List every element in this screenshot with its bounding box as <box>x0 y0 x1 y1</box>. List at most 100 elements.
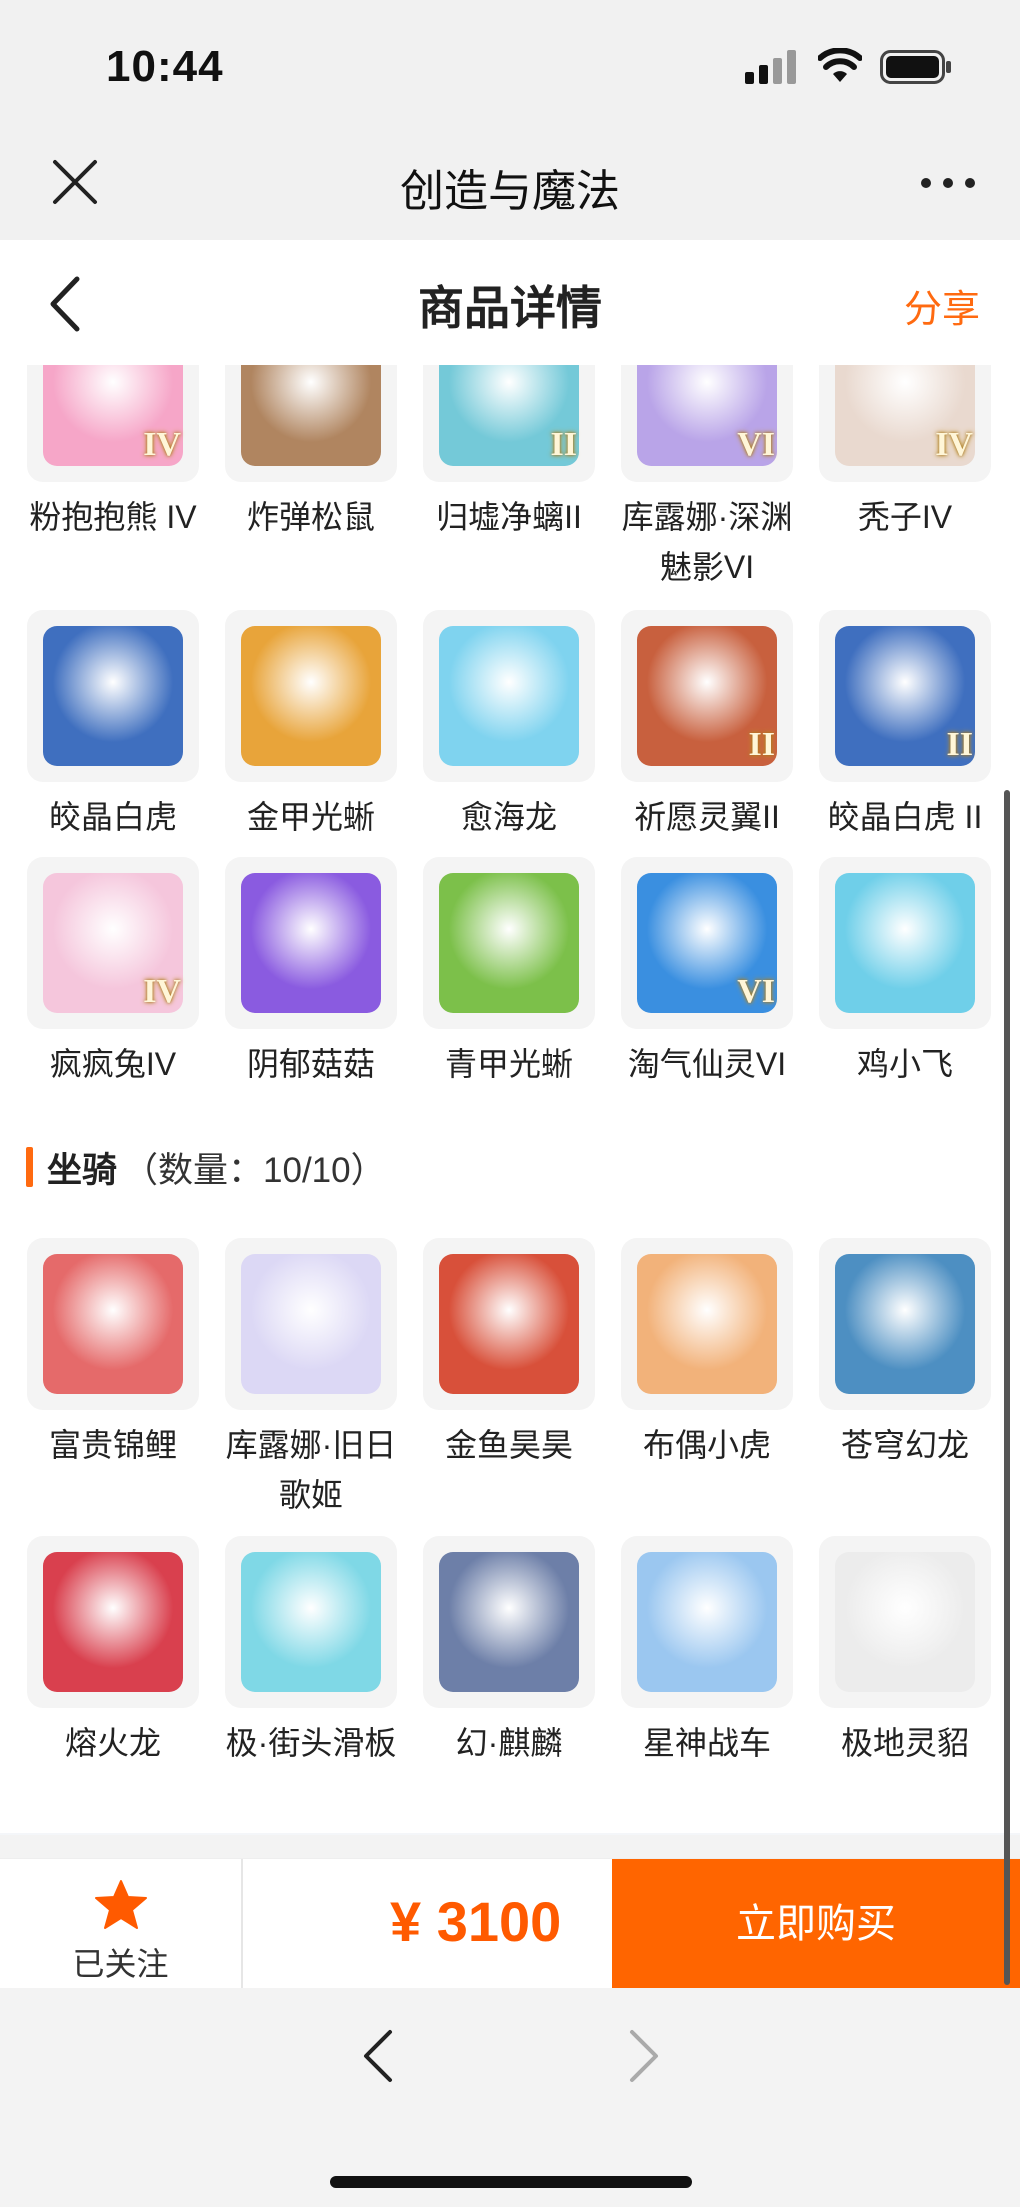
item-card[interactable]: 富贵锦鲤 <box>14 1238 212 1536</box>
item-thumbnail <box>225 365 397 482</box>
star-icon <box>95 1880 147 1929</box>
item-card[interactable]: IV 粉抱抱熊 IV <box>14 365 212 610</box>
item-name: 金甲光蜥 <box>246 799 375 835</box>
rank-badge: II <box>550 426 577 463</box>
item-card[interactable]: 星神战车 <box>608 1536 806 1816</box>
item-name: 极·街头滑板 <box>225 1725 397 1761</box>
scrollbar[interactable] <box>1004 790 1010 1985</box>
signal-icon <box>745 50 796 84</box>
mounts-section-title: 坐骑 <box>47 1150 118 1190</box>
item-thumbnail: VI <box>621 857 793 1029</box>
item-name: 青甲光蜥 <box>444 1046 573 1082</box>
item-card[interactable]: VI 库露娜·深渊魅影VI <box>608 365 806 610</box>
app-title: 创造与魔法 <box>400 167 620 216</box>
share-link[interactable]: 分享 <box>904 278 980 333</box>
item-name: 祈愿灵翼II <box>634 799 780 835</box>
app-header: 创造与魔法 <box>0 135 1020 240</box>
item-card[interactable]: 熔火龙 <box>14 1536 212 1816</box>
item-name: 愈海龙 <box>460 799 557 835</box>
browser-back-icon[interactable] <box>360 2028 396 2084</box>
item-name: 皎晶白虎 <box>48 799 177 835</box>
item-thumbnail <box>225 1238 397 1410</box>
pets-grid: IV 粉抱抱熊 IV 炸弹松鼠 II 归墟净螭II VI 库露娜·深渊魅影VI IV 秃子IV 皎… <box>0 365 1004 1117</box>
rank-badge: VI <box>737 426 775 463</box>
item-card[interactable]: 苍穹幻龙 <box>806 1238 1004 1536</box>
item-card[interactable]: 青甲光蜥 <box>410 857 608 1117</box>
item-name: 炸弹松鼠 <box>246 499 375 535</box>
wifi-icon <box>818 48 862 82</box>
cloth-tiger-icon <box>637 1254 777 1394</box>
item-card[interactable]: VI 淘气仙灵VI <box>608 857 806 1117</box>
item-name: 富贵锦鲤 <box>48 1427 177 1463</box>
item-card[interactable]: II 祈愿灵翼II <box>608 610 806 857</box>
item-card[interactable]: 皎晶白虎 <box>14 610 212 857</box>
item-card[interactable]: 极地灵貂 <box>806 1536 1004 1816</box>
item-card[interactable]: II 归墟净螭II <box>410 365 608 610</box>
item-card[interactable]: 极·街头滑板 <box>212 1536 410 1816</box>
item-name: 熔火龙 <box>64 1725 161 1761</box>
page-title: 商品详情 <box>418 282 602 334</box>
white-tiger-icon <box>43 626 183 766</box>
mushroom-icon <box>241 873 381 1013</box>
rank-badge: IV <box>143 426 181 463</box>
item-name: 库露娜·深渊魅影VI <box>621 499 793 585</box>
item-card[interactable]: IV 疯疯兔IV <box>14 857 212 1117</box>
section-accent-bar <box>26 1147 33 1187</box>
sky-dragon-icon <box>835 1254 975 1394</box>
buy-bar: 已关注 ¥ 3100 立即购买 <box>0 1858 1020 1989</box>
sea-dragon-icon <box>439 626 579 766</box>
item-thumbnail: IV <box>819 365 991 482</box>
item-name: 布偶小虎 <box>642 1427 771 1463</box>
item-thumbnail <box>621 1536 793 1708</box>
item-thumbnail <box>423 1536 595 1708</box>
mounts-grid: 富贵锦鲤 库露娜·旧日歌姬 金鱼昊昊 布偶小虎 苍穹幻龙熔火龙 极·街头滑板 幻·麒麟 星神战… <box>0 1238 1004 1816</box>
item-name: 星神战车 <box>642 1725 771 1761</box>
item-name: 金鱼昊昊 <box>444 1427 573 1463</box>
item-thumbnail <box>225 610 397 782</box>
product-content: IV 粉抱抱熊 IV 炸弹松鼠 II 归墟净螭II VI 库露娜·深渊魅影VI IV 秃子IV 皎… <box>0 365 1020 1835</box>
follow-label: 已关注 <box>72 1946 169 1982</box>
home-indicator <box>330 2176 692 2188</box>
lava-dragon-icon <box>43 1552 183 1692</box>
qilin-icon <box>439 1552 579 1692</box>
item-card[interactable]: IV 秃子IV <box>806 365 1004 610</box>
item-card[interactable]: 鸡小飞 <box>806 857 1004 1117</box>
item-card[interactable]: 库露娜·旧日歌姬 <box>212 1238 410 1536</box>
item-name: 库露娜·旧日歌姬 <box>225 1427 397 1513</box>
item-thumbnail <box>819 857 991 1029</box>
item-card[interactable]: 愈海龙 <box>410 610 608 857</box>
item-thumbnail <box>27 610 199 782</box>
item-name: 幻·麒麟 <box>455 1725 563 1761</box>
star-chariot-icon <box>637 1552 777 1692</box>
item-thumbnail <box>27 1238 199 1410</box>
item-thumbnail: IV <box>27 857 199 1029</box>
skateboard-icon <box>241 1552 381 1692</box>
squirrel-icon <box>241 365 381 466</box>
price: ¥ 3100 <box>390 1890 562 1953</box>
battery-icon <box>880 50 951 84</box>
item-card[interactable]: 阴郁菇菇 <box>212 857 410 1117</box>
rank-badge: IV <box>143 973 181 1010</box>
buy-now-button[interactable]: 立即购买 <box>612 1859 1020 1989</box>
browser-forward-icon[interactable] <box>626 2028 662 2084</box>
item-name: 鸡小飞 <box>856 1046 953 1082</box>
polar-marten-icon <box>835 1552 975 1692</box>
item-card[interactable]: 幻·麒麟 <box>410 1536 608 1816</box>
item-name: 粉抱抱熊 IV <box>29 499 197 535</box>
status-time: 10:44 <box>106 42 224 91</box>
item-card[interactable]: 布偶小虎 <box>608 1238 806 1536</box>
item-card[interactable]: 金甲光蜥 <box>212 610 410 857</box>
item-card[interactable]: II 皎晶白虎 II <box>806 610 1004 857</box>
item-thumbnail <box>621 1238 793 1410</box>
item-card[interactable]: 炸弹松鼠 <box>212 365 410 610</box>
follow-button[interactable]: 已关注 <box>0 1859 243 1989</box>
item-name: 阴郁菇菇 <box>246 1046 375 1082</box>
item-card[interactable]: 金鱼昊昊 <box>410 1238 608 1536</box>
chick-icon <box>835 873 975 1013</box>
more-icon[interactable] <box>918 171 978 195</box>
item-thumbnail <box>819 1536 991 1708</box>
item-name: 疯疯兔IV <box>49 1046 177 1082</box>
status-bar: 10:44 <box>0 0 1020 135</box>
koi-icon <box>43 1254 183 1394</box>
item-thumbnail: II <box>819 610 991 782</box>
